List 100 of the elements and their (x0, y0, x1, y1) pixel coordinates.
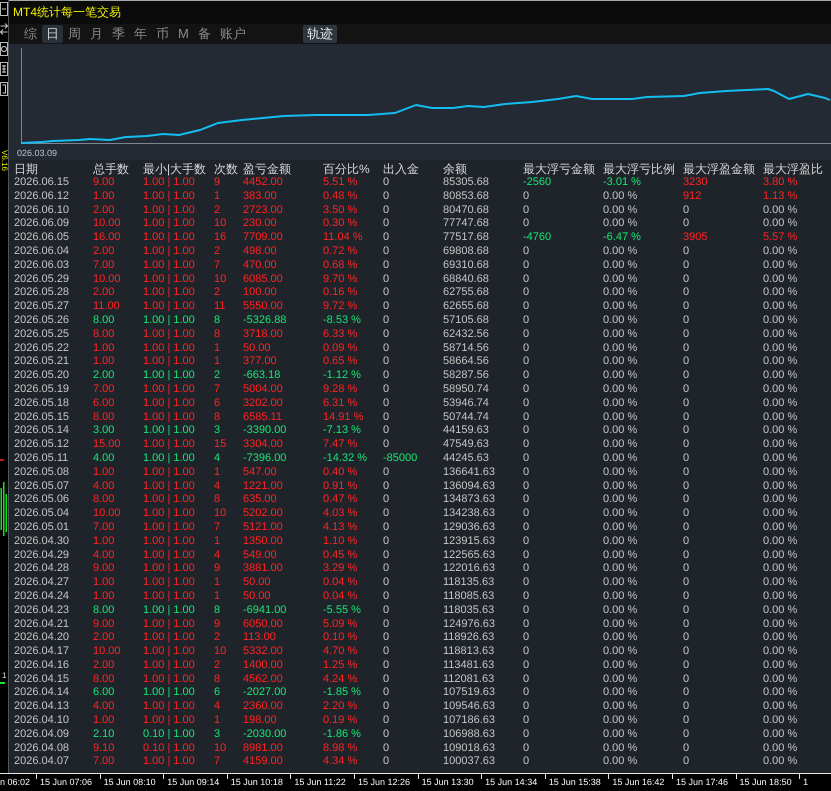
table-cell: 0 (523, 314, 530, 328)
table-cell: 2026.05.07 (14, 480, 70, 494)
swap-arrows-icon[interactable] (0, 22, 8, 36)
table-cell: 50.00 (243, 342, 271, 356)
table-cell: 2026.06.05 (14, 231, 70, 245)
column-header: 最大浮亏比例 (603, 162, 675, 176)
table-cell: 0 (523, 520, 530, 535)
table-cell: 0 (523, 438, 530, 452)
table-cell: 0.00 % (763, 493, 798, 508)
table-cell: 1400.00 (243, 658, 283, 673)
table-cell: 0 (683, 286, 690, 300)
table-cell: 6.33 % (323, 328, 358, 342)
table-cell: 2723.00 (243, 204, 283, 218)
table-cell: 2 (214, 631, 220, 646)
table-cell: 124976.63 (443, 618, 495, 632)
tab[interactable]: M (174, 25, 193, 43)
table-cell: 0.00 % (763, 618, 798, 632)
table-cell: 50.00 (243, 590, 271, 604)
tab[interactable]: 账户 (216, 25, 250, 43)
table-cell: 1.00 | 1.00 (143, 244, 195, 259)
table-cell: 85305.68 (443, 176, 489, 190)
table-cell: 549.00 (243, 548, 277, 562)
table-cell: 0 (683, 755, 690, 770)
table-cell: 0.00 % (763, 562, 798, 576)
tab[interactable]: 币 (152, 25, 173, 43)
table-cell: 0.00 % (763, 300, 798, 314)
time-axis-label: 1 (803, 776, 808, 788)
table-cell: 0 (383, 204, 390, 218)
table-cell: 3.29 % (323, 562, 358, 576)
table-cell: 1.00 | 1.00 (143, 300, 195, 314)
table-cell: 8 (214, 672, 220, 686)
tab[interactable]: 年 (130, 25, 151, 43)
table-cell: 0 (683, 258, 690, 273)
table-cell: 2026.04.17 (14, 645, 70, 659)
table-cell: 0 (383, 382, 390, 397)
table-cell: 10 (214, 645, 226, 659)
tab[interactable]: 季 (108, 25, 129, 43)
trajectory-toggle[interactable]: 轨迹 (302, 25, 337, 43)
table-cell: 1.00 | 1.00 (143, 672, 195, 686)
table-cell: 0 (523, 686, 530, 700)
tab[interactable]: 备 (194, 25, 215, 43)
table-cell: 0 (683, 438, 690, 452)
table-cell: 118813.63 (443, 645, 494, 659)
table-cell: 0 (683, 672, 690, 686)
column-header: 日期 (14, 162, 38, 176)
table-cell: 0 (683, 328, 690, 342)
boxed-grid-icon[interactable] (0, 62, 8, 76)
table-cell: 0 (383, 410, 390, 424)
table-cell: 1221.00 (243, 480, 283, 494)
table-cell: -2027.00 (243, 686, 286, 700)
table-cell: 0.00 % (763, 466, 798, 480)
table-cell: 44159.63 (443, 424, 489, 438)
table-cell: 2026.05.18 (14, 396, 70, 411)
table-cell: 11.04 % (323, 231, 363, 245)
boxed-minus-icon[interactable] (0, 2, 8, 16)
table-cell: 2026.06.12 (14, 190, 70, 204)
tab[interactable]: 综 (20, 25, 41, 43)
table-cell: 134873.63 (443, 493, 495, 508)
table-cell: 0.00 % (763, 534, 798, 549)
table-cell: 4 (214, 480, 220, 494)
table-cell: 0.00 % (763, 742, 798, 756)
table-cell: 2026.05.20 (14, 369, 70, 383)
tab[interactable]: 周 (64, 25, 85, 43)
table-cell: 0.00 % (763, 396, 798, 411)
tab[interactable]: 月 (86, 25, 107, 43)
table-cell: 2026.05.11 (14, 452, 68, 466)
table-cell: 0 (523, 466, 530, 480)
table-cell: 0 (383, 631, 390, 646)
table-cell: 2.20 % (323, 700, 358, 714)
table-cell: 0 (383, 424, 390, 438)
table-cell: 0.00 % (763, 382, 798, 397)
boxed-bracket-icon[interactable] (0, 82, 8, 96)
table-cell: 1.00 | 1.00 (143, 176, 195, 190)
table-cell: 0.10 | 1.00 (143, 728, 195, 742)
table-cell: 2.00 (93, 204, 114, 218)
table-cell: 62432.56 (443, 328, 489, 342)
table-cell: 0.68 % (323, 258, 358, 273)
table-cell: 1 (214, 590, 220, 604)
table-cell: 2026.05.14 (14, 424, 70, 438)
table-cell: 0 (523, 742, 530, 756)
tab[interactable]: 日 (42, 25, 63, 43)
table-cell: 0 (383, 466, 390, 480)
table-cell: 1.00 | 1.00 (143, 507, 195, 521)
table-cell: 3 (214, 424, 220, 438)
table-cell: 2026.04.10 (14, 714, 70, 728)
table-cell: 2026.04.28 (14, 562, 70, 576)
table-cell: 8.00 (93, 328, 114, 342)
table-cell: 5121.00 (243, 520, 283, 535)
table-cell: -2030.00 (243, 728, 286, 742)
table-cell: -5.55 % (323, 604, 361, 618)
table-cell: 0 (383, 714, 390, 728)
table-cell: 0.00 % (603, 576, 638, 590)
table-cell: 8 (214, 328, 220, 342)
table-cell: 0 (383, 548, 390, 562)
table-cell: 4.70 % (323, 645, 358, 659)
table-cell: 5202.00 (243, 507, 283, 521)
table-cell: 4159.00 (243, 755, 283, 770)
table-cell: 0.00 % (763, 342, 798, 356)
table-cell: 0 (683, 342, 690, 356)
table-cell: 7.47 % (323, 438, 358, 452)
